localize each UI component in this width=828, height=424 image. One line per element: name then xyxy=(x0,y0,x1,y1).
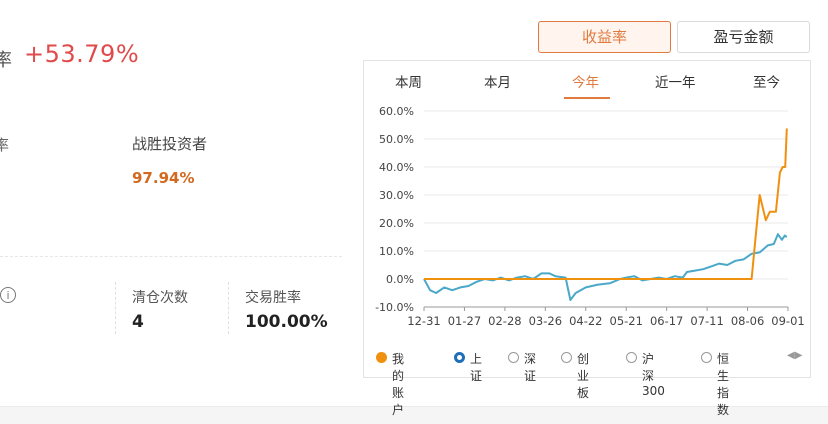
x-tick-label: 12-31 xyxy=(407,314,440,328)
y-tick-label: 60.0% xyxy=(379,105,414,118)
x-tick-label: 08-06 xyxy=(731,314,764,328)
legend-scroll-arrows[interactable]: ◀▶ xyxy=(787,350,802,361)
series-line-1 xyxy=(423,233,788,301)
y-tick-label: 10.0% xyxy=(379,245,414,258)
y-tick-label: 40.0% xyxy=(379,161,414,174)
tab-this-week[interactable]: 本周 xyxy=(395,71,422,91)
return-rate-button[interactable]: 收益率 xyxy=(538,21,671,53)
stat-divider xyxy=(228,282,229,334)
y-tick-label: 50.0% xyxy=(379,133,414,146)
profit-amount-button[interactable]: 盈亏金额 xyxy=(677,21,810,53)
legend-label: 沪深300 xyxy=(642,352,665,398)
x-tick-label: 02-28 xyxy=(488,314,521,328)
tab-all-time[interactable]: 至今 xyxy=(753,71,780,91)
y-tick-label: 0.0% xyxy=(386,273,414,286)
legend-label: 我的账户 xyxy=(392,352,405,417)
close-position-count-value: 4 xyxy=(132,312,144,332)
y-tick-label: 20.0% xyxy=(379,217,414,230)
x-tick-label: 05-21 xyxy=(610,314,643,328)
win-rate-value: 100.00% xyxy=(245,312,328,332)
x-tick-label: 09-01 xyxy=(771,314,804,328)
beat-investors-label: 战胜投资者 xyxy=(132,135,208,153)
x-tick-label: 03-26 xyxy=(529,314,562,328)
x-tick-label: 01-27 xyxy=(448,314,481,328)
stat-divider xyxy=(115,282,116,334)
return-rate-label: 率 xyxy=(0,50,12,71)
secondary-rate-label: 率 xyxy=(0,136,10,154)
x-tick-label: 04-22 xyxy=(569,314,602,328)
legend-label: 创业板 xyxy=(577,352,590,400)
tab-this-year[interactable]: 今年 xyxy=(572,71,599,91)
legend-label: 上证 xyxy=(470,352,483,383)
section-divider xyxy=(0,256,342,257)
y-tick-label: -10.0% xyxy=(375,301,414,314)
bottom-band xyxy=(0,406,828,424)
series-line-0 xyxy=(424,128,788,280)
tab-this-month[interactable]: 本月 xyxy=(484,71,511,91)
empty-dot-icon xyxy=(701,352,712,363)
x-tick-label: 07-11 xyxy=(690,314,723,328)
active-tab-indicator xyxy=(564,97,610,99)
filled-dot-icon xyxy=(376,352,387,363)
return-chart[interactable]: 60.0% 50.0% 40.0% 30.0% 20.0% 10.0% 0.0% -10.0%… xyxy=(364,101,810,341)
win-rate-label: 交易胜率 xyxy=(245,290,301,306)
x-tick-label: 06-17 xyxy=(650,314,683,328)
empty-dot-icon xyxy=(561,352,572,363)
info-icon[interactable]: i xyxy=(0,287,16,303)
legend-label: 恒生指数 xyxy=(717,352,730,417)
ring-dot-icon xyxy=(454,352,465,363)
legend-label: 深证 xyxy=(524,352,537,383)
empty-dot-icon xyxy=(508,352,519,363)
beat-investors-value: 97.94% xyxy=(132,169,195,187)
y-tick-label: 30.0% xyxy=(379,189,414,202)
chart-panel: 本周 本月 今年 近一年 至今 60.0% 50.0% 40.0% 30.0% 20.0… xyxy=(363,60,811,417)
tab-past-year[interactable]: 近一年 xyxy=(655,71,696,91)
total-return-value: +53.79% xyxy=(24,40,140,68)
close-position-count-label: 清仓次数 xyxy=(132,290,188,306)
empty-dot-icon xyxy=(626,352,637,363)
